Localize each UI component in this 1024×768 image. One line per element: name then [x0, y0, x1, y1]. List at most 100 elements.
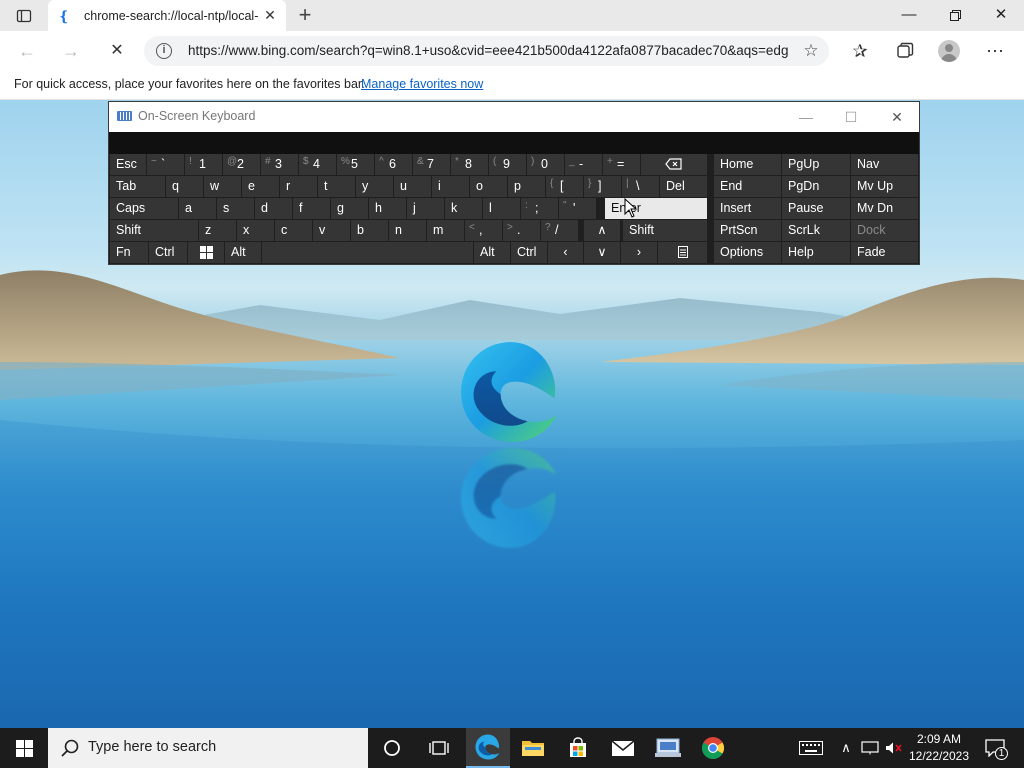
- key-g[interactable]: g: [331, 198, 368, 219]
- key-u[interactable]: u: [394, 176, 431, 197]
- manage-favorites-link[interactable]: Manage favorites now: [361, 77, 483, 91]
- key-w[interactable]: w: [204, 176, 241, 197]
- forward-button[interactable]: →: [56, 37, 86, 65]
- close-window-button[interactable]: ✕: [978, 0, 1024, 31]
- key-alt-left[interactable]: Alt: [225, 242, 261, 263]
- key-t[interactable]: t: [318, 176, 355, 197]
- key-z[interactable]: z: [199, 220, 236, 241]
- minimize-button[interactable]: —: [886, 0, 932, 31]
- key-space[interactable]: [262, 242, 473, 263]
- key-num-8[interactable]: * 8: [451, 154, 488, 175]
- key-num-0[interactable]: ~ `: [147, 154, 184, 175]
- taskbar-store[interactable]: [556, 728, 600, 768]
- key-fn[interactable]: Fn: [110, 242, 148, 263]
- key-e[interactable]: e: [242, 176, 279, 197]
- key-home[interactable]: Home: [714, 154, 781, 175]
- key-num-6[interactable]: ^ 6: [375, 154, 412, 175]
- key-bracket-0[interactable]: {[: [546, 176, 583, 197]
- back-button[interactable]: ←: [12, 37, 42, 65]
- key-punct-0[interactable]: :;: [521, 198, 558, 219]
- key-end[interactable]: End: [714, 176, 781, 197]
- key-num-2[interactable]: @2: [223, 154, 260, 175]
- key-p[interactable]: p: [508, 176, 545, 197]
- key-x[interactable]: x: [237, 220, 274, 241]
- key-num-7[interactable]: & 7: [413, 154, 450, 175]
- osk-maximize-button[interactable]: ☐: [829, 104, 873, 130]
- taskbar-osk[interactable]: [646, 728, 690, 768]
- cortana-button[interactable]: [370, 728, 414, 768]
- restore-button[interactable]: [932, 0, 978, 31]
- collections-button[interactable]: [890, 37, 920, 65]
- taskbar-mail[interactable]: [601, 728, 645, 768]
- osk-minimize-button[interactable]: —: [784, 104, 828, 130]
- key-bracket-1[interactable]: }]: [584, 176, 621, 197]
- key-shift-left[interactable]: Shift: [110, 220, 198, 241]
- key-insert[interactable]: Insert: [714, 198, 781, 219]
- show-hidden-icons-button[interactable]: ∧: [836, 728, 856, 768]
- key-fade[interactable]: Fade: [851, 242, 918, 263]
- key-punct-1[interactable]: " ': [559, 198, 596, 219]
- key-help[interactable]: Help: [782, 242, 850, 263]
- key-k[interactable]: k: [445, 198, 482, 219]
- key-options[interactable]: Options: [714, 242, 781, 263]
- key-num-5[interactable]: % 5: [337, 154, 374, 175]
- key-prtscn[interactable]: PrtScn: [714, 220, 781, 241]
- url-text[interactable]: https://www.bing.com/search?q=win8.1+uso…: [188, 43, 788, 58]
- key-b[interactable]: b: [351, 220, 388, 241]
- key-num-11[interactable]: _ -: [565, 154, 602, 175]
- key-arrow-left[interactable]: ‹: [548, 242, 583, 263]
- taskbar-edge[interactable]: [466, 728, 510, 768]
- key-backspace[interactable]: [641, 154, 707, 175]
- key-del[interactable]: Del: [660, 176, 707, 197]
- url-field[interactable]: i https://www.bing.com/search?q=win8.1+u…: [144, 36, 829, 66]
- key-i[interactable]: i: [432, 176, 469, 197]
- action-center-button[interactable]: 1: [980, 728, 1010, 768]
- key-mv-dn[interactable]: Mv Dn: [851, 198, 918, 219]
- start-button[interactable]: [0, 728, 48, 768]
- key-menu[interactable]: [658, 242, 707, 263]
- key-mv-up[interactable]: Mv Up: [851, 176, 918, 197]
- key-punct-b1[interactable]: >.: [503, 220, 540, 241]
- new-tab-button[interactable]: +: [292, 3, 318, 29]
- key-arrow-up[interactable]: ∧: [584, 220, 620, 241]
- key-c[interactable]: c: [275, 220, 312, 241]
- key-tab[interactable]: Tab: [110, 176, 165, 197]
- key-num-12[interactable]: + =: [603, 154, 640, 175]
- key-f[interactable]: f: [293, 198, 330, 219]
- osk-close-button[interactable]: ✕: [875, 104, 919, 130]
- key-punct-b0[interactable]: <,: [465, 220, 502, 241]
- key-ctrl-left[interactable]: Ctrl: [149, 242, 187, 263]
- taskbar-search-box[interactable]: Type here to search: [48, 728, 368, 768]
- key-v[interactable]: v: [313, 220, 350, 241]
- key-pgup[interactable]: PgUp: [782, 154, 850, 175]
- volume-button[interactable]: [883, 728, 905, 768]
- taskbar-file-explorer[interactable]: [511, 728, 555, 768]
- key-j[interactable]: j: [407, 198, 444, 219]
- key-caps[interactable]: Caps: [110, 198, 178, 219]
- stop-loading-button[interactable]: ✕: [102, 37, 132, 65]
- key-l[interactable]: l: [483, 198, 520, 219]
- key-a[interactable]: a: [179, 198, 216, 219]
- key-dock[interactable]: Dock: [851, 220, 918, 241]
- task-view-button[interactable]: [417, 728, 461, 768]
- profile-avatar[interactable]: [938, 40, 960, 62]
- key-num-10[interactable]: ) 0: [527, 154, 564, 175]
- key-num-1[interactable]: ! 1: [185, 154, 222, 175]
- key-n[interactable]: n: [389, 220, 426, 241]
- key-alt-right[interactable]: Alt: [474, 242, 510, 263]
- key-punct-b2[interactable]: ? /: [541, 220, 578, 241]
- key-esc[interactable]: Esc: [110, 154, 146, 175]
- key-r[interactable]: r: [280, 176, 317, 197]
- network-button[interactable]: [858, 728, 882, 768]
- key-nav[interactable]: Nav: [851, 154, 918, 175]
- key-pgdn[interactable]: PgDn: [782, 176, 850, 197]
- key-y[interactable]: y: [356, 176, 393, 197]
- key-d[interactable]: d: [255, 198, 292, 219]
- key-pause[interactable]: Pause: [782, 198, 850, 219]
- key-num-4[interactable]: $4: [299, 154, 336, 175]
- touch-keyboard-button[interactable]: [796, 728, 826, 768]
- key-s[interactable]: s: [217, 198, 254, 219]
- key-arrow-down[interactable]: ∨: [584, 242, 620, 263]
- key-m[interactable]: m: [427, 220, 464, 241]
- settings-more-button[interactable]: ⋯: [980, 37, 1010, 65]
